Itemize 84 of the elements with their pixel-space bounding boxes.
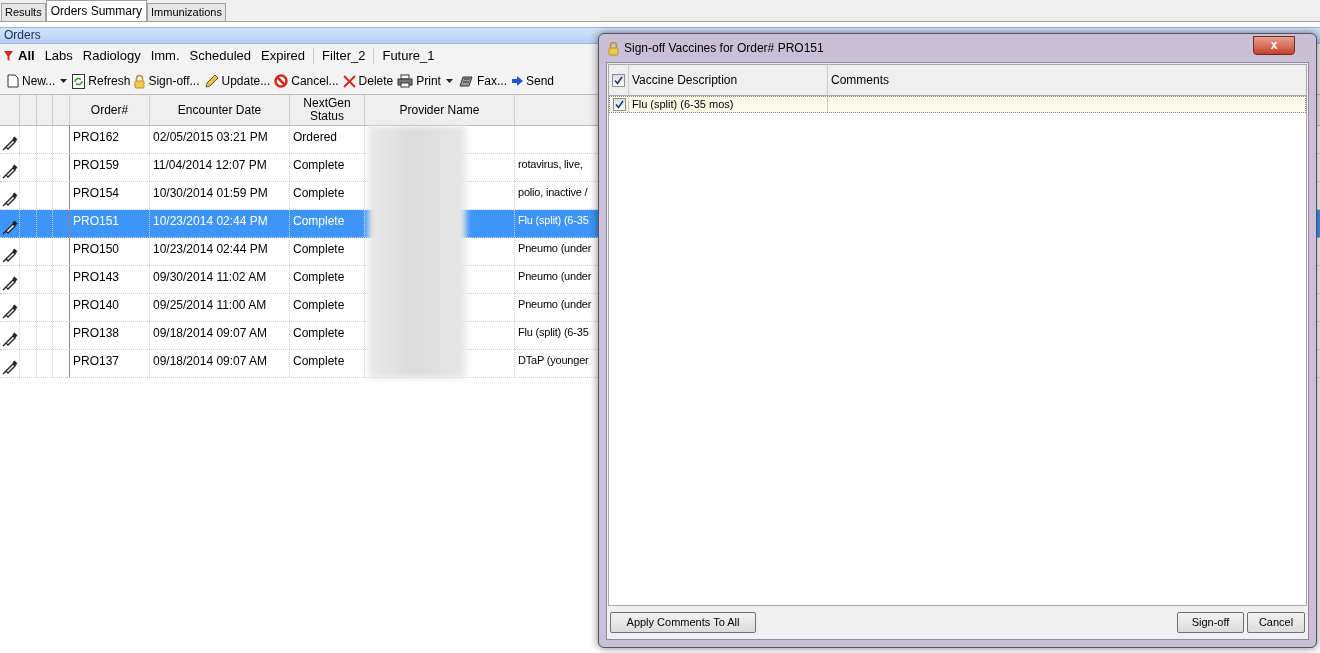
table-cell: Complete: [293, 214, 345, 228]
filter-tab[interactable]: Scheduled: [184, 46, 256, 66]
table-cell: Pneumo (under: [518, 298, 592, 310]
prohibited-icon: [274, 74, 289, 88]
table-cell: PRO143: [73, 270, 120, 284]
table-cell: polio, inactive /: [518, 186, 588, 198]
table-cell: PRO138: [73, 326, 120, 340]
table-cell: Pneumo (under: [518, 242, 592, 254]
funnel-icon: [4, 51, 13, 61]
column-header[interactable]: Encounter Date: [150, 95, 290, 125]
sign-off-button[interactable]: Sign-off: [1177, 612, 1244, 633]
table-cell: PRO162: [73, 130, 120, 144]
tab[interactable]: Orders Summary: [45, 0, 148, 21]
table-cell: 09/25/2014 11:00 AM: [153, 298, 267, 312]
toolbar-button[interactable]: New...: [5, 72, 58, 90]
tab[interactable]: Results: [1, 3, 46, 21]
check-icon: [614, 75, 623, 85]
dropdown-caret-icon[interactable]: [60, 79, 68, 83]
checkbox[interactable]: [612, 98, 626, 111]
table-row[interactable]: Flu (split) (6-35 mos): [609, 96, 1306, 113]
table-cell: 10/23/2014 02:44 PM: [153, 214, 268, 228]
toolbar-button[interactable]: Sign-off...: [132, 72, 202, 90]
check-icon: [614, 100, 624, 109]
cancel-button[interactable]: Cancel: [1247, 612, 1305, 633]
table-cell: PRO151: [73, 214, 120, 228]
table-cell: rotavirus, live,: [518, 158, 583, 170]
toolbar-button[interactable]: Delete: [340, 72, 396, 90]
filter-tab[interactable]: Expired: [256, 46, 311, 66]
column-header[interactable]: Provider Name: [365, 95, 515, 125]
toolbar-button[interactable]: Fax...: [455, 72, 509, 90]
table-cell: 09/30/2014 11:02 AM: [153, 270, 267, 284]
table-cell: DTaP (younger: [518, 354, 589, 366]
toolbar-button[interactable]: Print: [395, 72, 443, 90]
column-header[interactable]: Vaccine Description: [629, 65, 828, 95]
arrow-icon: [511, 76, 523, 86]
filter-tab[interactable]: Radiology: [77, 46, 146, 66]
toolbar-button[interactable]: Cancel...: [272, 72, 341, 90]
table-cell: Flu (split) (6-35: [518, 214, 589, 226]
page-icon: [7, 74, 19, 88]
table-cell: 02/05/2015 03:21 PM: [153, 130, 268, 144]
pencil-icon: [203, 73, 219, 89]
table-cell: Flu (split) (6-35: [518, 326, 589, 338]
checkbox[interactable]: [612, 73, 625, 87]
filter-tab[interactable]: Imm.: [145, 46, 185, 66]
dropdown-caret-icon[interactable]: [445, 79, 453, 83]
printer-icon: [397, 74, 414, 88]
table-cell: PRO154: [73, 186, 120, 200]
table-cell: Complete: [293, 158, 345, 172]
table-cell: Ordered: [293, 130, 338, 144]
padlock-icon: [608, 40, 619, 56]
apply-comments-button[interactable]: Apply Comments To All: [610, 612, 756, 633]
refresh-icon: [72, 73, 86, 89]
toolbar-button[interactable]: Send: [509, 72, 556, 90]
table-cell: Complete: [293, 186, 345, 200]
table-cell: Complete: [293, 298, 345, 312]
table-cell: 10/30/2014 01:59 PM: [153, 186, 268, 200]
delete-icon: [342, 74, 356, 88]
table-cell: 09/18/2014 09:07 AM: [153, 326, 268, 340]
table-cell: 11/04/2014 12:07 PM: [153, 158, 267, 172]
toolbar-button[interactable]: Update...: [201, 72, 273, 90]
table-cell: PRO159: [73, 158, 120, 172]
table-cell: Pneumo (under: [518, 270, 592, 282]
filter-tab[interactable]: Filter_2: [317, 46, 371, 66]
table-cell: PRO150: [73, 242, 120, 256]
table-cell: PRO137: [73, 354, 120, 368]
tab[interactable]: Immunizations: [147, 3, 226, 21]
padlock-icon: [134, 73, 146, 89]
filter-tab[interactable]: All: [13, 46, 40, 66]
syringe-icon: [1, 219, 18, 235]
toolbar-button[interactable]: Refresh: [70, 72, 133, 90]
table-cell: 09/18/2014 09:07 AM: [153, 354, 268, 368]
table-cell: 10/23/2014 02:44 PM: [153, 242, 268, 256]
filter-tab[interactable]: Future_1: [377, 46, 440, 66]
column-header[interactable]: Comments: [828, 65, 1306, 95]
table-cell: Complete: [293, 270, 345, 284]
filter-tab[interactable]: Labs: [39, 46, 78, 66]
table-cell: Complete: [293, 242, 345, 256]
table-cell: Complete: [293, 326, 345, 340]
table-cell: PRO140: [73, 298, 120, 312]
fax-icon: [457, 74, 474, 88]
table-cell: Complete: [293, 354, 345, 368]
table-cell: Flu (split) (6-35 mos): [632, 98, 734, 110]
column-header[interactable]: Order#: [70, 95, 150, 125]
column-header[interactable]: NextGen Status: [290, 95, 365, 125]
